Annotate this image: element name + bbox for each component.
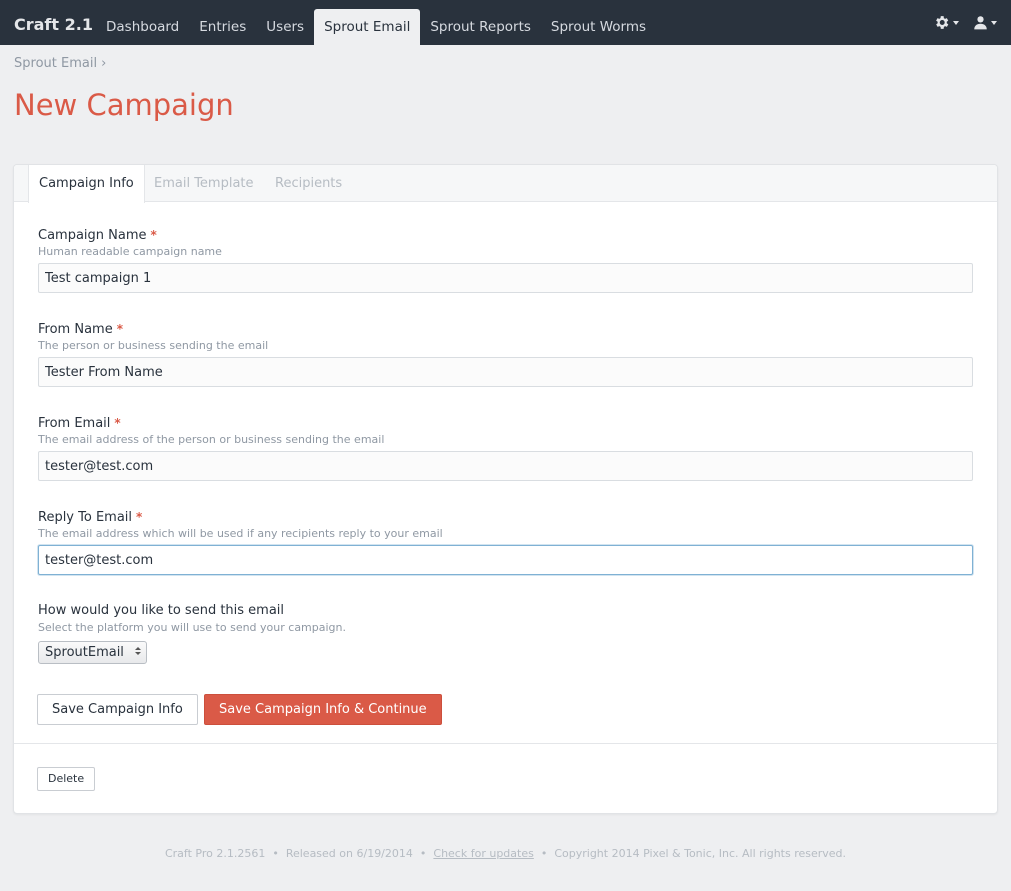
reply-to-email-field: Reply To Email * The email address which … [38, 508, 973, 575]
breadcrumb-separator: › [101, 56, 107, 71]
page-title: New Campaign [14, 88, 234, 122]
send-method-field: How would you like to send this email Se… [38, 602, 973, 668]
divider [14, 743, 997, 744]
chevron-down-icon [991, 20, 997, 25]
required-marker: * [114, 416, 121, 430]
tab-bar: Campaign Info Email Template Recipients [14, 165, 997, 203]
campaign-form-pane: Campaign Info Email Template Recipients … [13, 164, 998, 814]
delete-button[interactable]: Delete [37, 767, 96, 791]
reply-to-email-label: Reply To Email [38, 510, 133, 525]
tab-recipients[interactable]: Recipients [265, 165, 352, 202]
check-for-updates-link[interactable]: Check for updates [433, 847, 533, 860]
campaign-name-field: Campaign Name * Human readable campaign n… [38, 226, 973, 293]
select-arrows-icon [135, 647, 141, 655]
campaign-name-input[interactable] [38, 263, 973, 293]
user-menu-button[interactable] [973, 14, 997, 31]
footer-separator: • [540, 847, 548, 860]
from-name-label: From Name [38, 322, 113, 337]
from-name-input[interactable] [38, 357, 973, 387]
nav-item-users[interactable]: Users [256, 9, 314, 45]
required-marker: * [136, 510, 143, 524]
footer-copyright: Copyright 2014 Pixel & Tonic, Inc. All r… [554, 847, 847, 860]
footer-separator: • [419, 847, 427, 860]
nav-item-dashboard[interactable]: Dashboard [96, 9, 189, 45]
main-nav: Dashboard Entries Users Sprout Email Spr… [96, 9, 656, 45]
from-email-label: From Email [38, 416, 111, 431]
breadcrumb-item-sprout-email[interactable]: Sprout Email [14, 56, 97, 71]
settings-menu-button[interactable] [933, 14, 959, 31]
chevron-down-icon [953, 20, 959, 25]
campaign-name-instructions: Human readable campaign name [38, 245, 222, 258]
required-marker: * [116, 322, 123, 336]
user-icon [974, 16, 987, 30]
nav-item-entries[interactable]: Entries [189, 9, 256, 45]
from-name-field: From Name * The person or business sendin… [38, 320, 973, 387]
from-email-instructions: The email address of the person or busin… [38, 433, 385, 446]
tab-email-template[interactable]: Email Template [144, 165, 264, 202]
nav-item-sprout-worms[interactable]: Sprout Worms [541, 9, 656, 45]
top-nav-bar: Craft 2.1 Dashboard Entries Users Sprout… [0, 0, 1011, 45]
nav-item-sprout-reports[interactable]: Sprout Reports [420, 9, 541, 45]
send-method-select[interactable]: SproutEmail [38, 641, 147, 664]
tab-campaign-info[interactable]: Campaign Info [28, 165, 145, 203]
send-method-selected-value: SproutEmail [45, 645, 124, 660]
nav-item-sprout-email[interactable]: Sprout Email [314, 9, 421, 45]
save-campaign-info-button[interactable]: Save Campaign Info [37, 694, 198, 725]
from-email-input[interactable] [38, 451, 973, 481]
save-and-continue-button[interactable]: Save Campaign Info & Continue [204, 694, 442, 725]
tool-menu [933, 14, 997, 31]
gear-icon [936, 16, 949, 29]
footer: Craft Pro 2.1.2561 • Released on 6/19/2014… [0, 847, 1011, 860]
site-brand[interactable]: Craft 2.1 [14, 15, 93, 34]
footer-separator: • [272, 847, 279, 860]
send-method-instructions: Select the platform you will use to send… [38, 621, 347, 634]
required-marker: * [150, 228, 157, 242]
reply-to-email-input[interactable] [38, 545, 973, 575]
from-email-field: From Email * The email address of the per… [38, 414, 973, 481]
send-method-label: How would you like to send this email [38, 603, 285, 618]
footer-released: Released on 6/19/2014 [285, 847, 413, 860]
from-name-instructions: The person or business sending the email [38, 339, 269, 352]
reply-to-email-instructions: The email address which will be used if … [38, 527, 443, 540]
breadcrumb: Sprout Email › [14, 56, 106, 71]
footer-version: Craft Pro 2.1.2561 [164, 847, 266, 860]
campaign-name-label: Campaign Name [38, 228, 147, 243]
